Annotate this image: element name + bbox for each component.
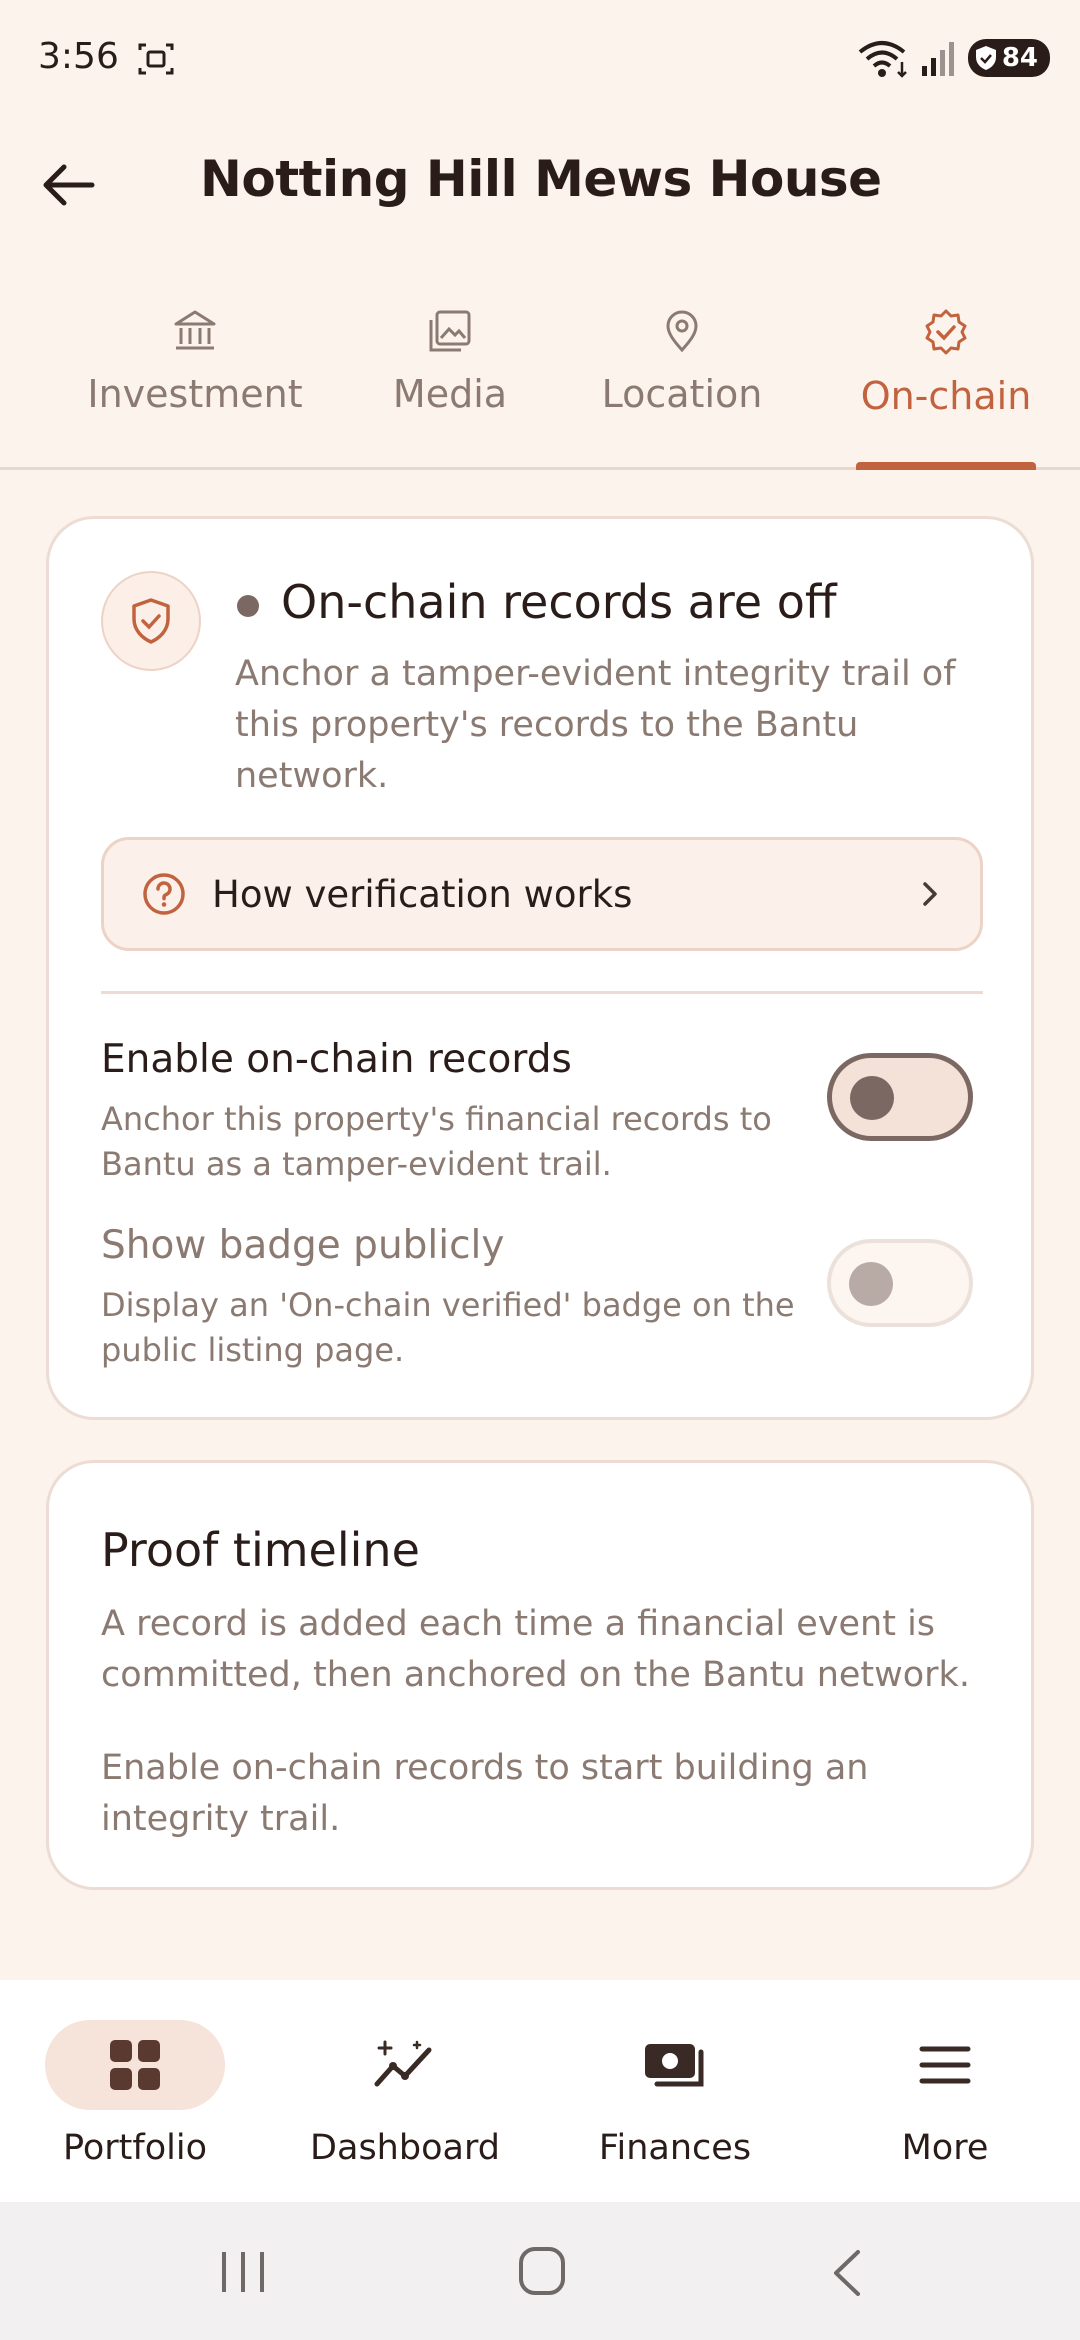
battery-indicator: 84 (967, 39, 1050, 77)
proof-timeline-description: A record is added each time a financial … (101, 1604, 970, 1695)
onchain-status-title: On-chain records are off (281, 575, 837, 629)
nav-pill (45, 2020, 225, 2110)
enable-onchain-toggle[interactable] (827, 1053, 973, 1141)
nav-label: More (901, 2128, 989, 2168)
recent-apps-icon[interactable] (218, 2250, 268, 2294)
toggle-knob (849, 1262, 893, 1306)
onchain-records-card: On-chain records are off Anchor a tamper… (46, 516, 1034, 1420)
tab-bar: Investment Media Location On-chain (0, 300, 1080, 470)
show-badge-description: Display an 'On-chain verified' badge on … (101, 1286, 795, 1369)
location-pin-icon (666, 310, 698, 353)
enable-onchain-label: Enable on-chain records (101, 1037, 572, 1082)
active-tab-indicator (856, 462, 1036, 470)
tab-investment[interactable]: Investment (70, 300, 320, 470)
how-verification-works-button[interactable]: How verification works (101, 837, 983, 951)
home-icon[interactable] (518, 2246, 566, 2296)
tab-label: Location (601, 372, 763, 416)
tab-location[interactable]: Location (580, 300, 784, 470)
nav-more[interactable]: More (825, 2020, 1065, 2168)
nav-finances[interactable]: Finances (555, 2020, 795, 2168)
divider (101, 991, 983, 994)
show-badge-toggle[interactable] (827, 1239, 973, 1327)
wifi-icon (858, 41, 907, 78)
nav-dashboard[interactable]: Dashboard (285, 2020, 525, 2168)
status-icons: 84 (858, 38, 1050, 78)
grid-icon (110, 2040, 160, 2090)
shield-battery-icon (975, 46, 996, 70)
signal-icon (921, 42, 954, 76)
how-verification-label: How verification works (212, 872, 633, 916)
nav-label: Dashboard (310, 2128, 500, 2168)
gallery-icon (429, 310, 471, 352)
help-circle-icon (143, 873, 185, 915)
tab-label: Media (392, 372, 508, 416)
enable-onchain-description: Anchor this property's financial records… (101, 1100, 772, 1183)
proof-timeline-empty-state: Enable on-chain records to start buildin… (101, 1748, 869, 1839)
proof-timeline-title: Proof timeline (101, 1523, 420, 1577)
proof-timeline-card: Proof timeline A record is added each ti… (46, 1460, 1034, 1890)
back-nav-icon[interactable] (828, 2248, 864, 2298)
battery-level: 84 (1001, 43, 1038, 73)
tab-label: Investment (87, 372, 303, 416)
shield-check-icon (132, 598, 170, 644)
nav-portfolio[interactable]: Portfolio (15, 2020, 255, 2168)
nav-pill (315, 2020, 495, 2110)
tab-media[interactable]: Media (350, 300, 550, 470)
bottom-navigation: Portfolio Dashboard Finances More (0, 1980, 1080, 2202)
toggle-knob (850, 1076, 894, 1120)
screenshot-icon (138, 43, 174, 75)
tab-label: On-chain (860, 374, 1032, 418)
chevron-right-icon (923, 882, 937, 906)
status-indicator-dot (237, 595, 259, 617)
chart-sparkle-icon (374, 2040, 432, 2087)
status-time: 3:56 (38, 36, 119, 77)
show-badge-label: Show badge publicly (101, 1223, 505, 1268)
nav-pill (585, 2020, 765, 2110)
tab-on-chain[interactable]: On-chain (840, 300, 1052, 470)
verified-badge-icon (925, 309, 967, 355)
back-button[interactable] (40, 150, 120, 220)
arrow-left-icon (43, 164, 95, 206)
nav-pill (855, 2020, 1035, 2110)
onchain-status-description: Anchor a tamper-evident integrity trail … (235, 654, 956, 796)
nav-label: Finances (598, 2128, 752, 2168)
nav-label: Portfolio (63, 2128, 207, 2168)
system-navigation-bar (0, 2202, 1080, 2340)
shield-badge (101, 571, 201, 671)
money-icon (645, 2044, 704, 2087)
page-title: Notting Hill Mews House (200, 150, 882, 208)
bank-icon (174, 310, 216, 350)
menu-icon (919, 2046, 971, 2084)
